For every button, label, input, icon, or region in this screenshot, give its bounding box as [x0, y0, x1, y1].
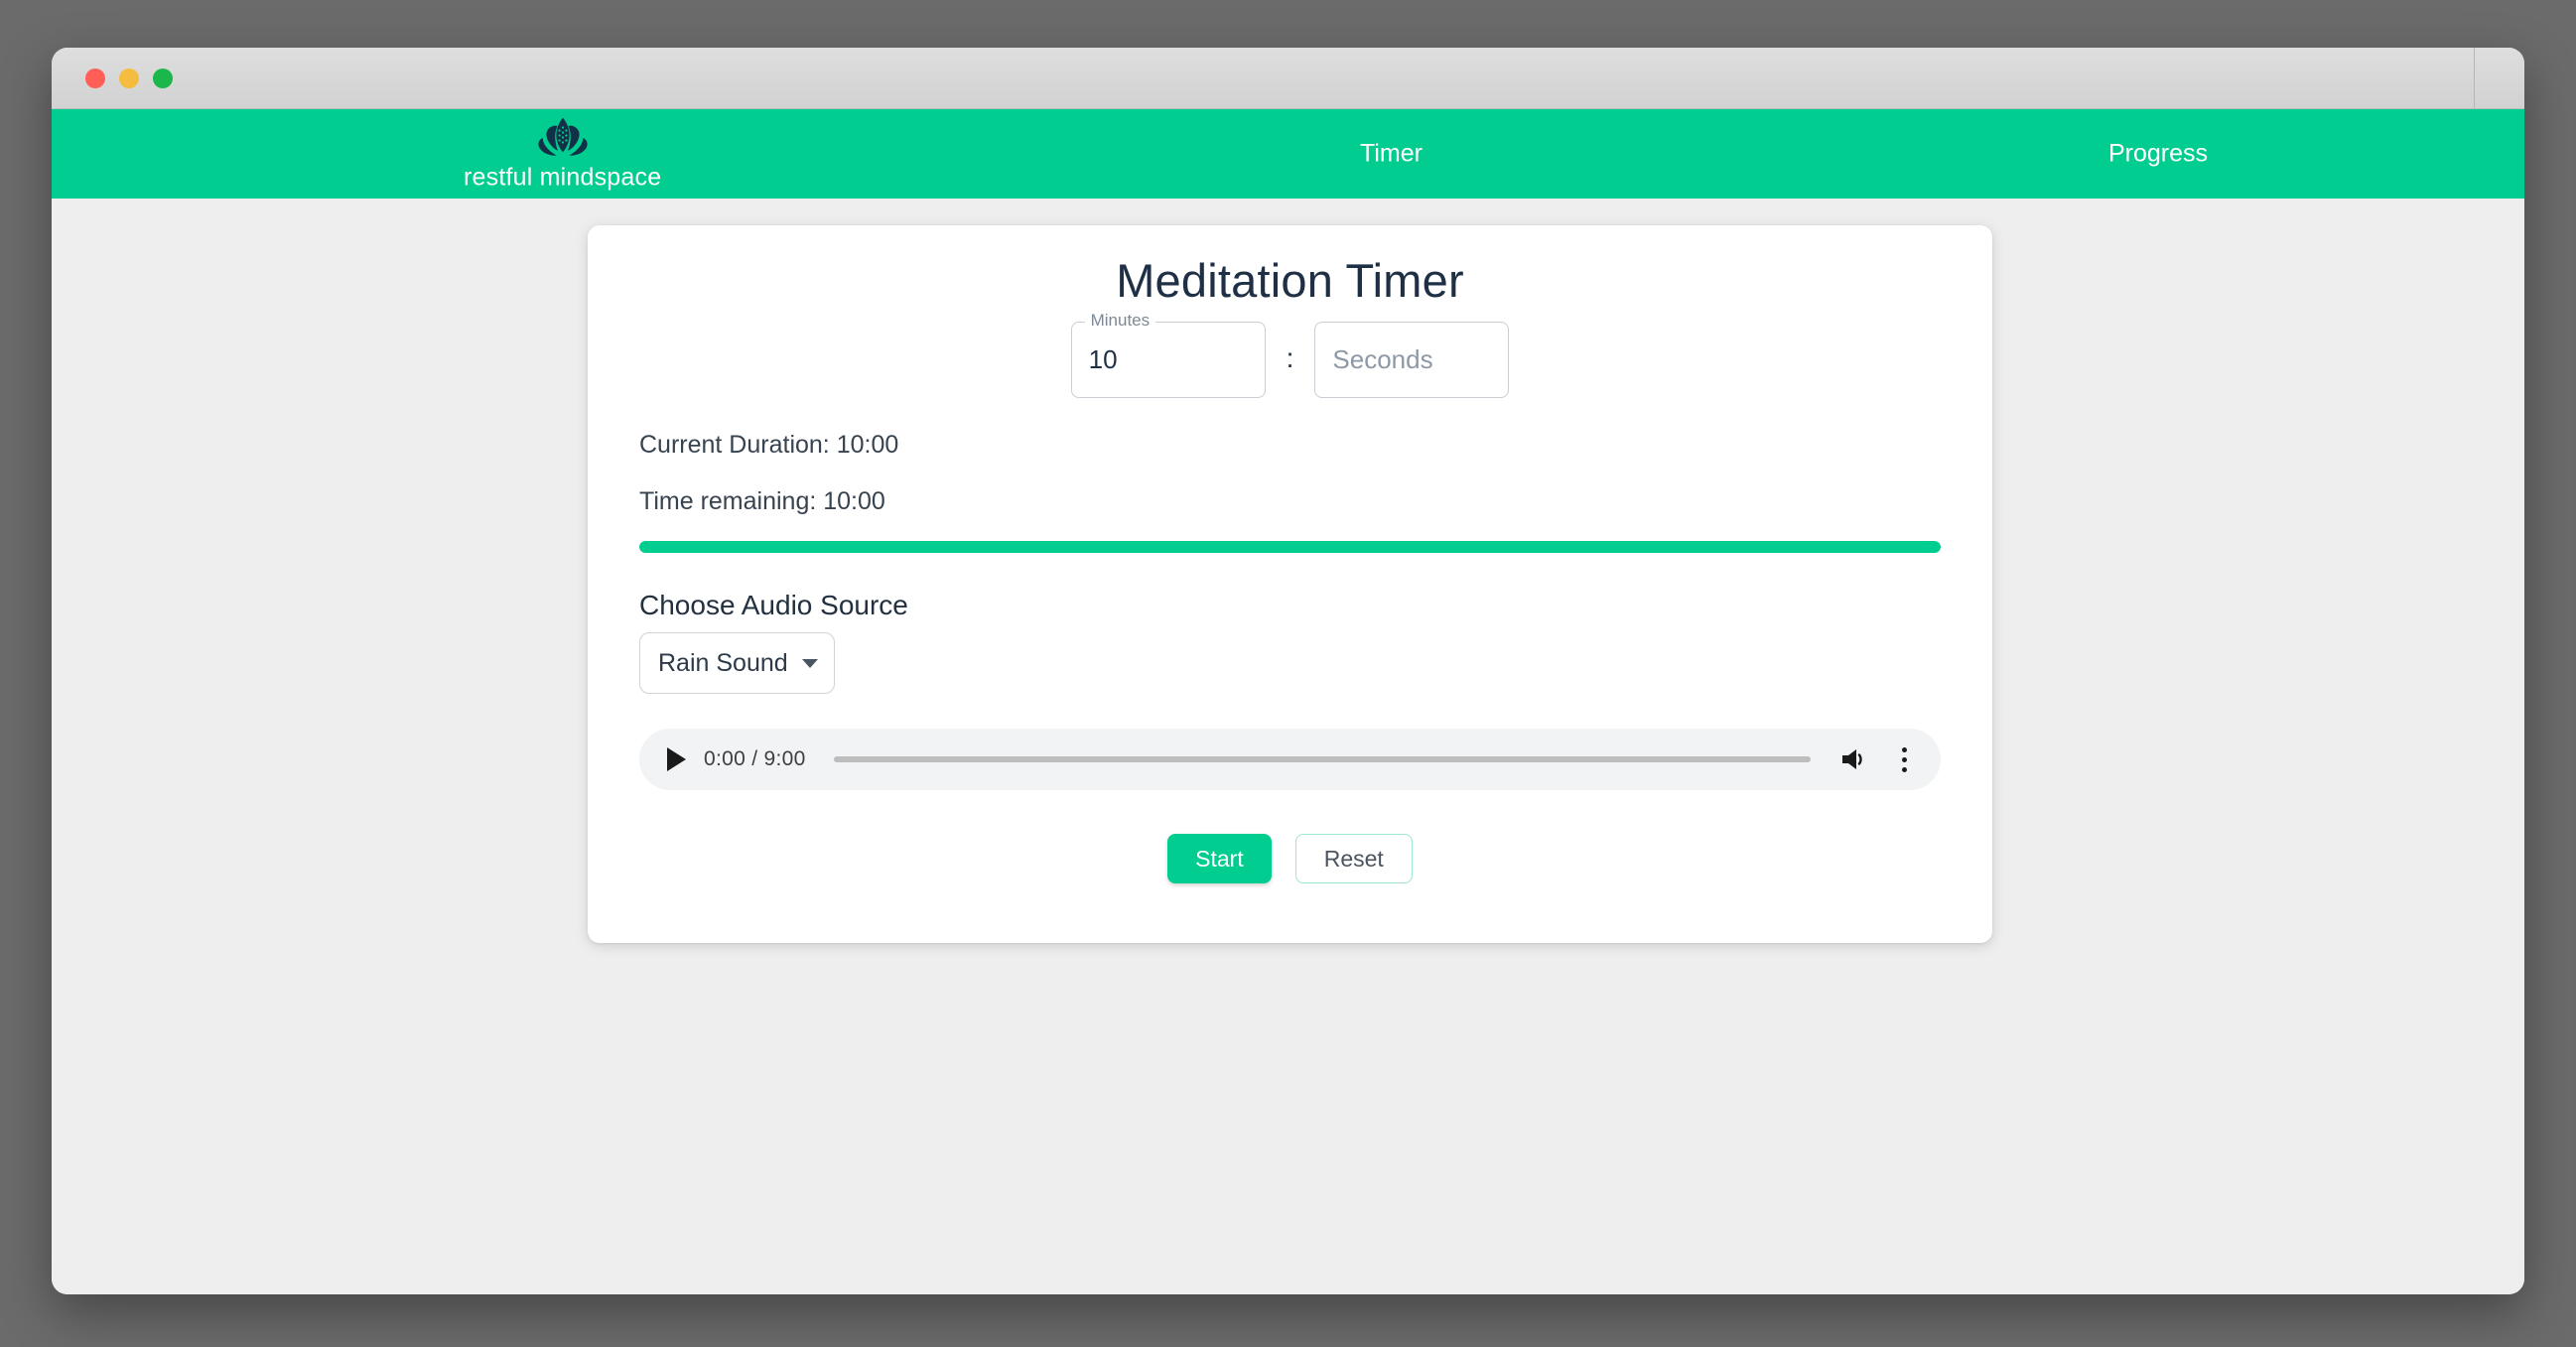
- nav-link-progress[interactable]: Progress: [2108, 140, 2208, 169]
- meditation-timer-card: Meditation Timer Minutes : Current Durat…: [588, 225, 1992, 944]
- audio-player: 0:00 / 9:00: [639, 729, 1941, 790]
- more-vertical-icon[interactable]: [1890, 741, 1919, 778]
- volume-icon[interactable]: [1838, 745, 1872, 773]
- maximize-window-button[interactable]: [153, 67, 173, 88]
- seconds-field-wrapper: [1314, 322, 1510, 398]
- seconds-input[interactable]: [1314, 322, 1510, 398]
- current-duration-text: Current Duration: 10:00: [639, 431, 899, 459]
- window-titlebar: [52, 48, 2524, 109]
- audio-time-display: 0:00 / 9:00: [704, 747, 806, 770]
- browser-window: restful mindspace Timer Progress Meditat…: [52, 48, 2524, 1294]
- audio-source-select[interactable]: Rain Sound: [639, 632, 835, 694]
- meditation-progress-bar: [639, 541, 1941, 553]
- reset-button[interactable]: Reset: [1294, 834, 1413, 884]
- minimize-window-button[interactable]: [119, 67, 139, 88]
- page-title: Meditation Timer: [1116, 254, 1464, 307]
- timer-actions: Start Reset: [639, 834, 1941, 884]
- nav-link-timer[interactable]: Timer: [1360, 140, 1423, 169]
- app-header: restful mindspace Timer Progress: [52, 109, 2524, 199]
- brand-name: restful mindspace: [464, 163, 662, 192]
- audio-source-heading: Choose Audio Source: [639, 590, 908, 620]
- audio-source-selected-value: Rain Sound: [658, 648, 788, 677]
- page-viewport: restful mindspace Timer Progress Meditat…: [52, 109, 2524, 1294]
- play-icon[interactable]: [667, 747, 686, 771]
- time-separator: :: [1286, 341, 1294, 373]
- time-remaining-text: Time remaining: 10:00: [639, 487, 885, 515]
- minutes-input[interactable]: [1070, 322, 1266, 398]
- audio-seek-slider[interactable]: [833, 756, 1811, 762]
- lotus-icon: [538, 117, 588, 156]
- start-button[interactable]: Start: [1167, 834, 1272, 884]
- close-window-button[interactable]: [85, 67, 105, 88]
- chevron-down-icon: [801, 658, 818, 668]
- brand[interactable]: restful mindspace: [464, 116, 661, 193]
- traffic-light-controls: [85, 67, 173, 88]
- progress-bar-fill: [639, 541, 1941, 553]
- minutes-field-wrapper: Minutes: [1070, 312, 1266, 398]
- time-input-row: Minutes :: [639, 312, 1941, 398]
- titlebar-divider: [2474, 48, 2475, 108]
